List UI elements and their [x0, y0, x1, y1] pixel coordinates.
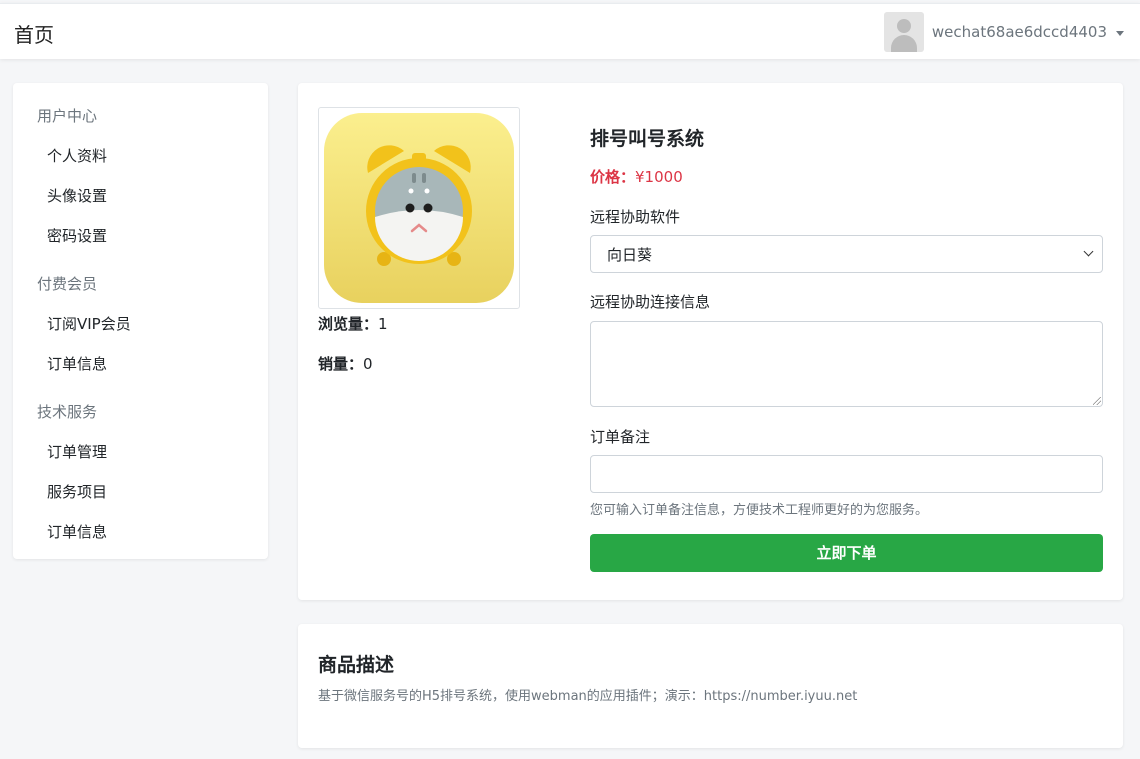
alarm-clock-hamster-icon — [324, 113, 514, 303]
sidebar-item-order-management[interactable]: 订单管理 — [47, 441, 107, 462]
sidebar-item-profile[interactable]: 个人资料 — [47, 145, 107, 166]
description-title: 商品描述 — [318, 654, 395, 676]
order-now-button[interactable]: 立即下单 — [590, 534, 1103, 572]
nav-home-link[interactable]: 首页 — [14, 19, 54, 48]
remote-info-label: 远程协助连接信息 — [590, 293, 711, 311]
views-stat: 浏览量：1 — [318, 313, 388, 334]
resize-handle-icon[interactable] — [1093, 397, 1101, 405]
sidebar-item-password-settings[interactable]: 密码设置 — [47, 225, 107, 246]
sales-label: 销量： — [318, 355, 364, 373]
sidebar-group-tech-service: 技术服务 — [37, 403, 98, 421]
sidebar-group-paid-membership: 付费会员 — [37, 275, 98, 293]
sidebar-item-subscribe-vip[interactable]: 订阅VIP会员 — [47, 313, 131, 334]
sidebar-item-service-orders[interactable]: 订单信息 — [47, 521, 107, 542]
remote-software-value: 向日葵 — [607, 246, 653, 264]
sidebar-item-vip-orders[interactable]: 订单信息 — [47, 353, 107, 374]
username-label: wechat68ae6dccd4403 — [931, 23, 1107, 41]
price-value: ¥1000 — [635, 168, 683, 186]
product-card: 浏览量：1 销量：0 排号叫号系统 价格：¥1000 远程协助软件 向日葵 远程… — [298, 83, 1123, 600]
sales-value: 0 — [363, 355, 373, 373]
sidebar: 用户中心 个人资料 头像设置 密码设置 付费会员 订阅VIP会员 订单信息 技术… — [13, 83, 268, 559]
chevron-down-icon — [1116, 30, 1124, 36]
description-text: 基于微信服务号的H5排号系统，使用webman的应用插件；演示：https://… — [318, 689, 858, 704]
description-card: 商品描述 基于微信服务号的H5排号系统，使用webman的应用插件；演示：htt… — [298, 624, 1123, 748]
sidebar-item-avatar-settings[interactable]: 头像设置 — [47, 185, 107, 206]
views-value: 1 — [378, 315, 388, 333]
remark-input[interactable] — [590, 455, 1103, 493]
remark-help-text: 您可输入订单备注信息，方便技术工程师更好的为您服务。 — [590, 503, 929, 518]
sales-stat: 销量：0 — [318, 353, 373, 374]
remark-label: 订单备注 — [590, 428, 651, 446]
remote-software-select[interactable]: 向日葵 — [590, 235, 1103, 273]
price-label: 价格： — [590, 168, 636, 186]
remote-info-textarea[interactable] — [590, 321, 1103, 407]
top-navbar: 首页 wechat68ae6dccd4403 — [0, 3, 1140, 59]
product-price: 价格：¥1000 — [590, 166, 683, 187]
product-title: 排号叫号系统 — [590, 128, 705, 150]
sidebar-item-service-items[interactable]: 服务项目 — [47, 481, 107, 502]
remote-software-label: 远程协助软件 — [590, 208, 681, 226]
product-image — [318, 107, 520, 309]
views-label: 浏览量： — [318, 315, 379, 333]
user-menu-dropdown[interactable]: wechat68ae6dccd4403 — [883, 12, 1124, 52]
avatar — [883, 12, 924, 52]
chevron-down-icon — [1083, 246, 1094, 257]
sidebar-group-user-center: 用户中心 — [37, 107, 98, 125]
